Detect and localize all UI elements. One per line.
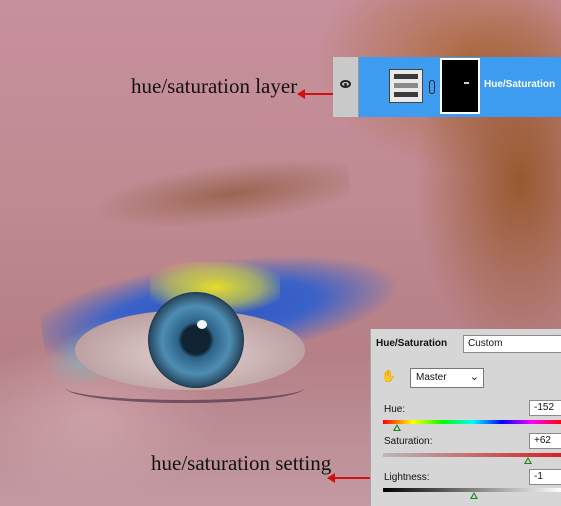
setting-annotation-arrow bbox=[327, 473, 373, 483]
lower-lashline bbox=[65, 372, 305, 403]
layer-annotation-arrow bbox=[297, 89, 333, 99]
layer-mask-thumbnail[interactable] bbox=[440, 58, 480, 114]
eye-icon bbox=[340, 80, 351, 88]
hue-saturation-adjustment-icon[interactable] bbox=[389, 69, 423, 103]
hue-slider-track[interactable] bbox=[383, 420, 561, 424]
hue-slider-thumb[interactable] bbox=[393, 424, 402, 431]
chain-link-icon[interactable] bbox=[429, 80, 435, 94]
lightness-label: Lightness: bbox=[384, 472, 430, 483]
layer-visibility-toggle[interactable] bbox=[333, 57, 359, 117]
setting-annotation: hue/saturation setting bbox=[151, 451, 332, 475]
hue-saturation-adjustments-panel: Hue/Saturation Custom ✋ Master ⌄ Hue: -1… bbox=[370, 329, 561, 506]
channel-dropdown[interactable]: Master ⌄ bbox=[410, 368, 484, 388]
hand-target-icon[interactable]: ✋ bbox=[381, 369, 396, 383]
panel-title: Hue/Saturation bbox=[376, 338, 448, 349]
hue-value-input[interactable]: -152 bbox=[529, 400, 561, 416]
layer-annotation: hue/saturation layer bbox=[131, 74, 298, 98]
layers-panel-strip: Hue/Saturation bbox=[333, 57, 561, 117]
saturation-slider-thumb[interactable] bbox=[523, 457, 532, 464]
lightness-value-input[interactable]: -1 bbox=[529, 469, 561, 485]
hue-saturation-layer-row[interactable]: Hue/Saturation bbox=[359, 57, 561, 117]
channel-value: Master bbox=[416, 372, 447, 383]
saturation-slider-track[interactable] bbox=[383, 453, 561, 457]
preset-dropdown[interactable]: Custom bbox=[463, 335, 561, 353]
layer-name: Hue/Saturation bbox=[484, 79, 556, 90]
hue-label: Hue: bbox=[384, 404, 406, 415]
saturation-label: Saturation: bbox=[384, 436, 433, 447]
eyebrow bbox=[87, 149, 353, 241]
eye-highlight bbox=[197, 320, 207, 329]
saturation-value-input[interactable]: +62 bbox=[529, 433, 561, 449]
lightness-slider-thumb[interactable] bbox=[470, 492, 479, 499]
chevron-down-icon: ⌄ bbox=[469, 371, 479, 383]
